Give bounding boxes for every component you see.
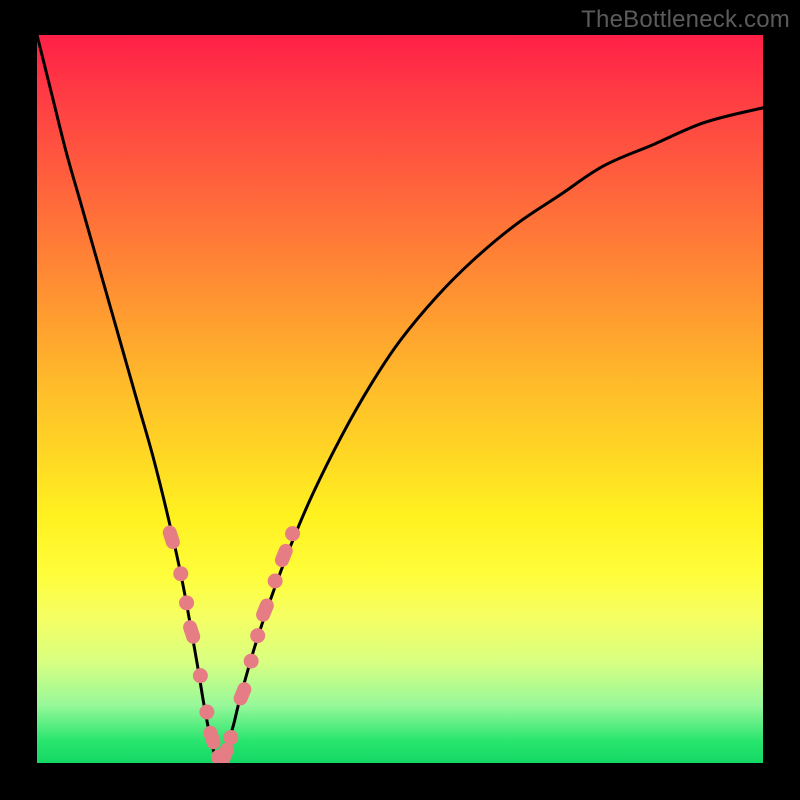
plot-svg <box>37 35 763 763</box>
marker-dot <box>268 574 283 589</box>
marker-dot <box>244 654 259 669</box>
marker-capsule <box>202 724 223 751</box>
bottleneck-curve <box>37 35 763 763</box>
marker-dot <box>179 595 194 610</box>
marker-capsule <box>181 618 202 645</box>
marker-dot <box>285 526 300 541</box>
marker-capsule <box>231 680 253 707</box>
watermark-text: TheBottleneck.com <box>581 6 790 34</box>
marker-capsule <box>254 596 276 623</box>
marker-dot <box>223 730 238 745</box>
chart-frame: TheBottleneck.com <box>0 0 800 800</box>
marker-dot <box>193 668 208 683</box>
plot-area <box>37 35 763 763</box>
marker-capsule <box>161 524 182 551</box>
marker-dot <box>250 628 265 643</box>
marker-dot <box>173 566 188 581</box>
marker-dot <box>199 705 214 720</box>
